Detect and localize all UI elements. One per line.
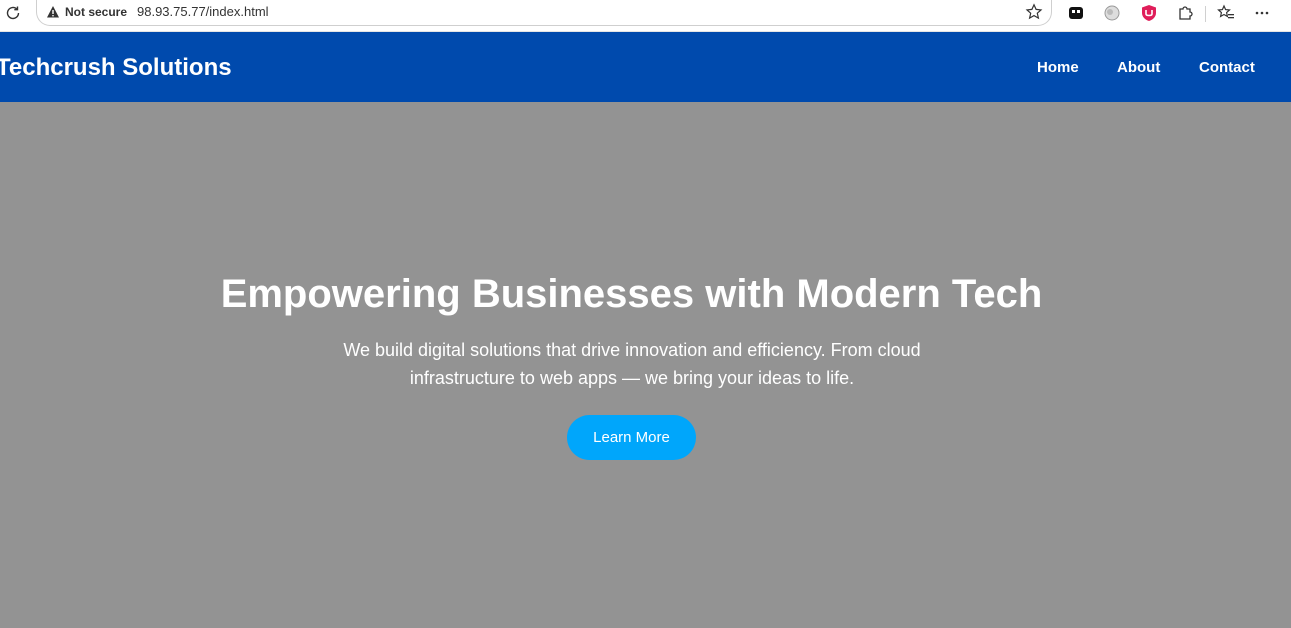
hero-title: Empowering Businesses with Modern Tech [220,272,1043,316]
address-bar[interactable]: Not secure 98.93.75.77/index.html [36,0,1052,26]
nav-link-home[interactable]: Home [1037,59,1079,77]
more-icon[interactable] [1252,3,1272,23]
toolbar-divider [1205,6,1206,22]
reload-icon[interactable] [3,3,23,23]
url-text[interactable]: 98.93.75.77/index.html [137,4,269,20]
favorites-icon[interactable] [1216,3,1236,23]
star-icon[interactable] [1025,3,1043,21]
browser-toolbar: Not secure 98.93.75.77/index.html [0,0,1291,32]
extension-tetris-icon[interactable] [1066,3,1086,23]
web-page: Techcrush Solutions Home About Contact E… [0,32,1291,628]
brand-logo-text[interactable]: Techcrush Solutions [0,54,232,82]
extension-circle-icon[interactable] [1102,3,1122,23]
nav-link-contact[interactable]: Contact [1199,59,1255,77]
hero-section: Empowering Businesses with Modern Tech W… [0,102,1291,628]
warning-icon [46,5,60,19]
learn-more-button[interactable]: Learn More [567,415,696,460]
hero-subtitle: We build digital solutions that drive in… [343,340,921,388]
ublock-icon[interactable] [1139,3,1159,23]
navbar: Techcrush Solutions Home About Contact [0,32,1291,102]
nav-link-about[interactable]: About [1117,59,1160,77]
security-label[interactable]: Not secure [65,5,127,19]
puzzle-icon[interactable] [1175,3,1195,23]
